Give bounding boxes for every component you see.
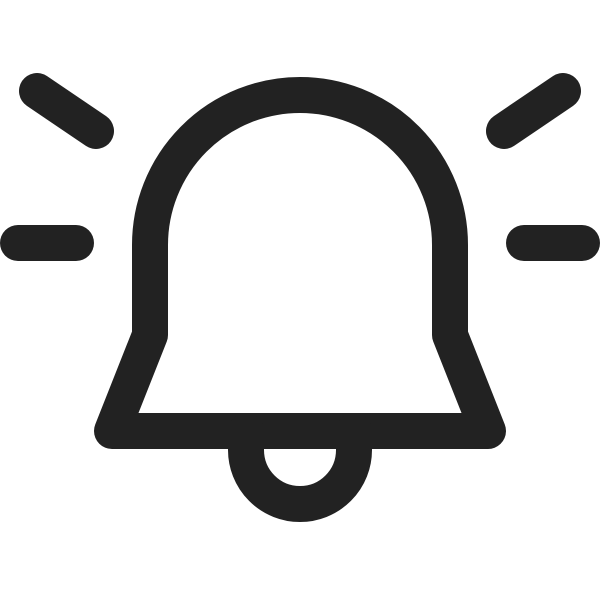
bell-body (94, 77, 506, 449)
ring-line-right-upper (486, 73, 581, 149)
icon-canvas (0, 0, 600, 600)
bell-ringing-icon (0, 73, 600, 522)
icon-strokes (0, 73, 600, 522)
ring-line-left-upper (19, 73, 114, 149)
